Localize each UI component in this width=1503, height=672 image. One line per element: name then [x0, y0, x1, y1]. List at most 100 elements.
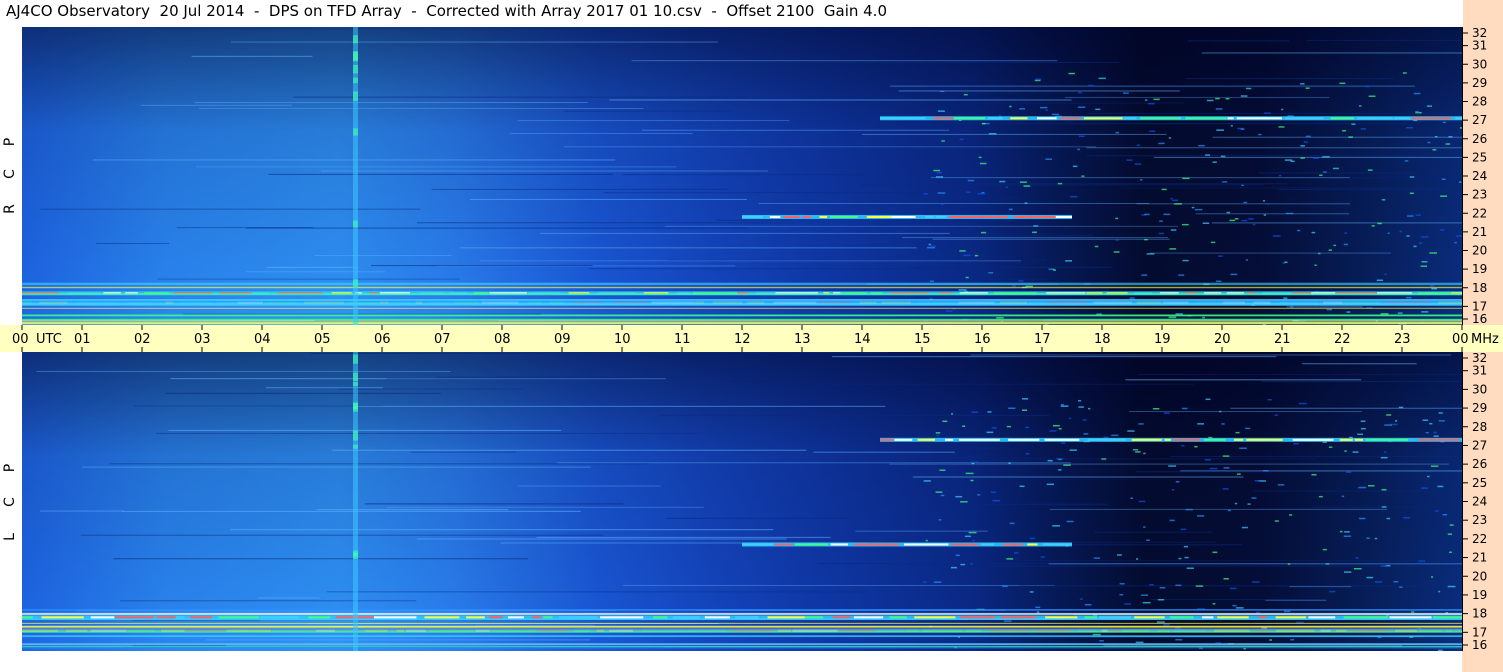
noise-streak: [113, 558, 529, 560]
band-segment: [1357, 117, 1394, 120]
noise-speckle: [1429, 252, 1438, 254]
noise-speckle: [1184, 556, 1189, 559]
frequency-tick-label: 16: [1472, 312, 1487, 326]
noise-speckle: [1205, 154, 1210, 156]
band-segment: [1134, 616, 1165, 619]
time-tick-label: 14: [854, 332, 871, 347]
noise-speckle: [1367, 169, 1373, 171]
noise-speckle: [1008, 208, 1013, 211]
noise-speckle: [1111, 434, 1119, 437]
noise-speckle: [1092, 633, 1101, 636]
noise-speckle: [1169, 248, 1177, 250]
noise-speckle: [1432, 149, 1437, 151]
band-segment: [1365, 438, 1409, 441]
noise-speckle: [1218, 255, 1223, 257]
band-segment: [114, 616, 154, 619]
noise-speckle: [1284, 261, 1288, 264]
noise-speckle: [1088, 407, 1091, 410]
noise-streak: [1138, 374, 1462, 376]
noise-speckle: [1161, 188, 1167, 191]
spike-fleck: [353, 403, 358, 410]
noise-streak: [1261, 380, 1462, 382]
band-segment: [853, 616, 884, 619]
band-segment: [1236, 117, 1282, 120]
band-segment: [1010, 117, 1028, 120]
noise-streak: [165, 392, 441, 394]
noise-speckle: [1170, 197, 1173, 200]
noise-speckle: [1143, 452, 1146, 455]
noise-streak: [314, 254, 452, 256]
noise-speckle: [1197, 515, 1205, 517]
band-segment: [880, 438, 895, 441]
spike-fleck: [353, 430, 358, 441]
noise-speckle: [1399, 230, 1402, 233]
noise-streak: [622, 174, 865, 176]
noise-speckle: [1339, 530, 1343, 533]
band-segment: [41, 616, 84, 619]
noise-streak: [386, 378, 783, 380]
time-tick-label: 11: [674, 332, 691, 347]
bottom-axis-margin: [1462, 651, 1503, 672]
interference-line: [22, 612, 1462, 615]
noise-speckle: [1343, 535, 1352, 537]
noise-speckle: [1434, 135, 1438, 138]
noise-speckle: [1163, 412, 1170, 414]
noise-speckle: [1245, 259, 1249, 261]
band-segment: [1308, 616, 1336, 619]
noise-streak: [1135, 471, 1276, 473]
time-tick-label: 18: [1094, 332, 1111, 347]
noise-speckle: [990, 491, 997, 494]
noise-streak: [1253, 490, 1462, 492]
noise-streak: [431, 188, 728, 190]
noise-speckle: [1252, 581, 1260, 583]
noise-speckle: [1210, 241, 1216, 244]
noise-speckle: [1222, 488, 1229, 490]
noise-speckle: [1079, 135, 1085, 138]
band-segment: [1343, 616, 1389, 619]
band-segment: [1227, 117, 1234, 120]
noise-speckle: [1386, 517, 1391, 520]
time-tick-label: 20: [1214, 332, 1231, 347]
noise-speckle: [1311, 231, 1316, 234]
noise-streak: [641, 129, 950, 131]
noise-speckle: [923, 193, 928, 195]
noise-speckle: [1374, 537, 1378, 540]
frequency-tick-label: 30: [1472, 382, 1487, 396]
noise-streak: [902, 236, 1168, 238]
noise-streak: [536, 536, 831, 538]
noise-streak: [1231, 120, 1462, 122]
band-segment: [1330, 117, 1354, 120]
band-segment: [600, 616, 644, 619]
noise-speckle: [1418, 560, 1426, 562]
noise-speckle: [1123, 92, 1129, 94]
noise-speckle: [1143, 526, 1146, 528]
noise-speckle: [977, 494, 981, 496]
noise-speckle: [1212, 161, 1217, 163]
noise-speckle: [1313, 157, 1320, 159]
noise-speckle: [981, 231, 987, 234]
noise-speckle: [1006, 558, 1014, 560]
noise-streak: [1201, 52, 1462, 54]
band-segment: [1131, 438, 1162, 441]
noise-speckle: [1116, 554, 1122, 556]
rcp-letter-r: R: [2, 204, 18, 214]
noise-speckle: [1029, 537, 1036, 540]
noise-speckle: [1095, 108, 1101, 111]
noise-speckle: [972, 539, 975, 542]
band-segment: [1002, 543, 1023, 546]
noise-streak: [539, 232, 950, 234]
noise-speckle: [1407, 215, 1414, 217]
noise-speckle: [1156, 621, 1165, 623]
frequency-tick-label: 28: [1472, 420, 1487, 434]
noise-streak: [1019, 585, 1462, 587]
band-segment: [981, 543, 994, 546]
noise-speckle: [1248, 218, 1254, 220]
noise-speckle: [1063, 464, 1071, 466]
noise-streak: [1278, 188, 1462, 190]
noise-speckle: [1422, 419, 1429, 421]
noise-streak: [831, 356, 1277, 358]
noise-speckle: [1084, 604, 1092, 606]
noise-speckle: [1333, 244, 1337, 247]
noise-speckle: [1415, 110, 1419, 113]
noise-speckle: [1319, 174, 1323, 177]
